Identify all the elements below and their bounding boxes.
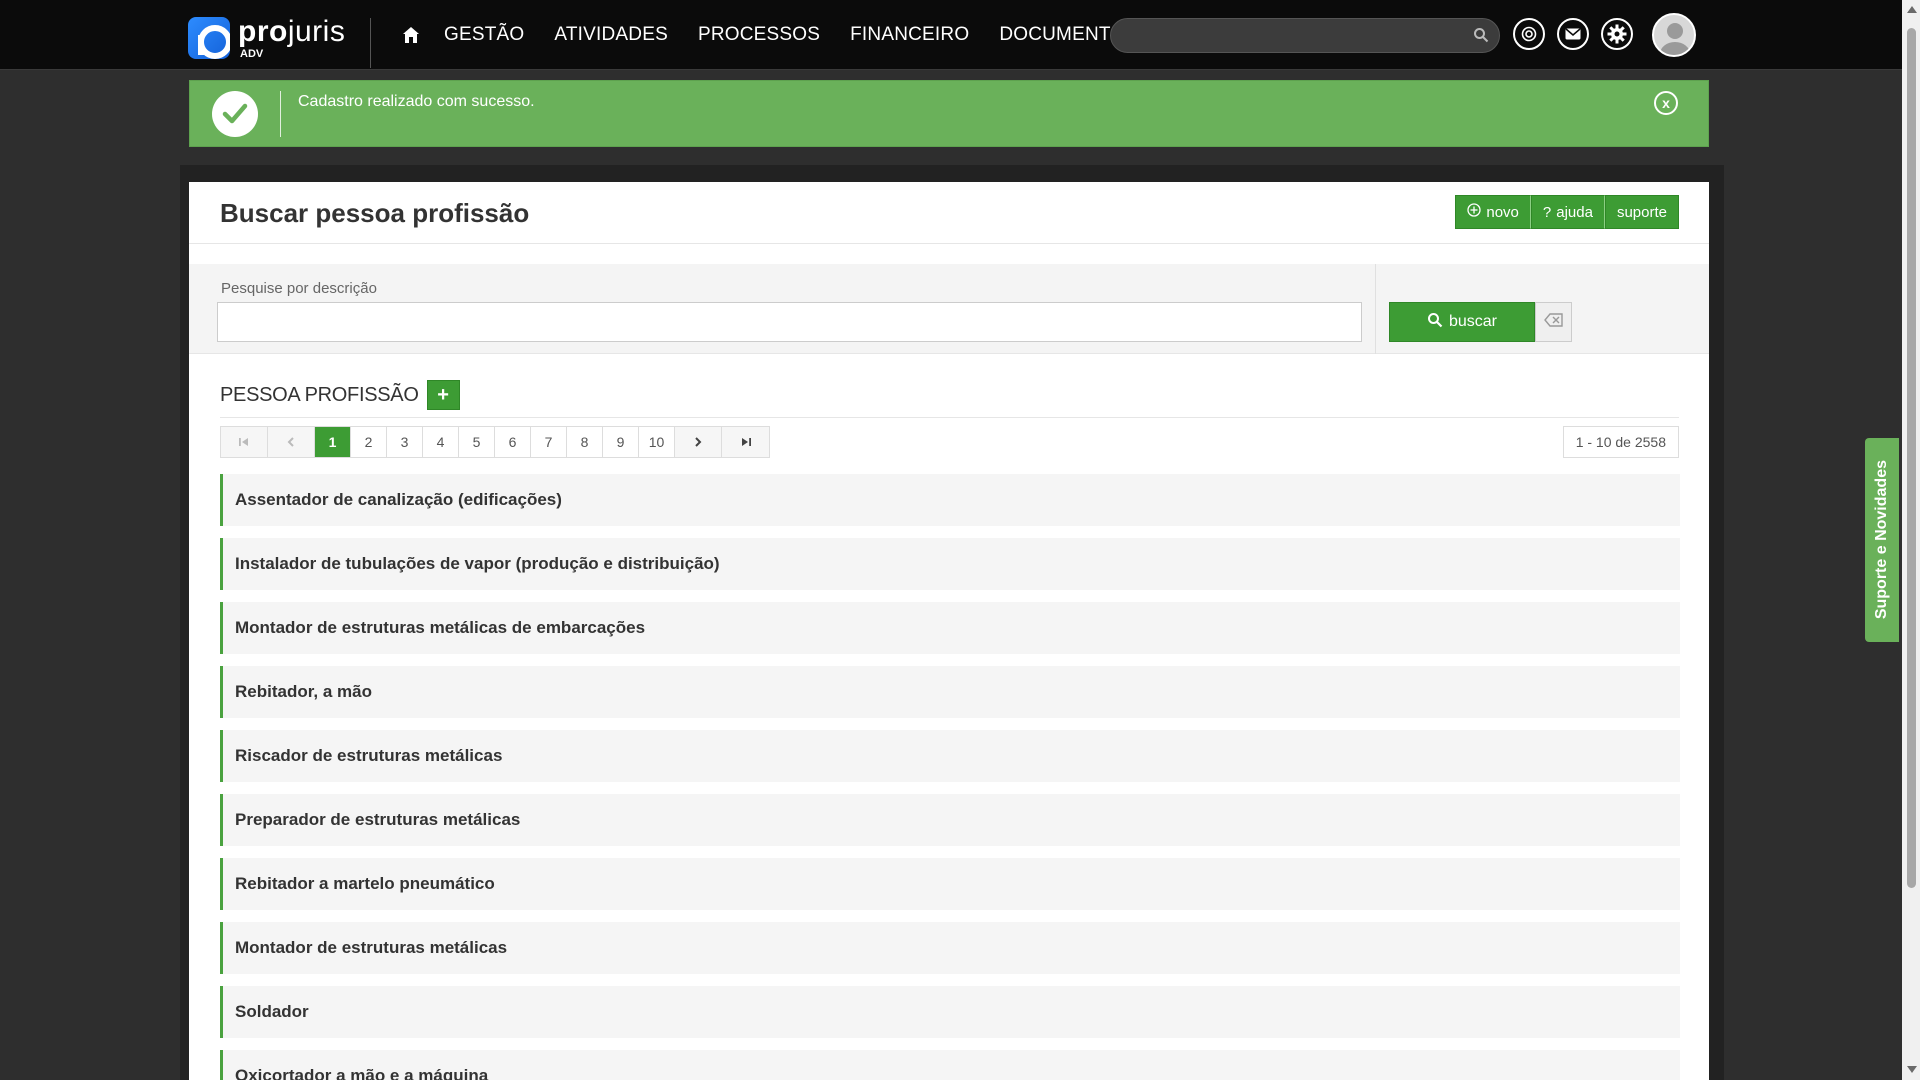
help-button[interactable]: ? ajuda — [1530, 195, 1605, 229]
nav-item-atividades[interactable]: ATIVIDADES — [554, 24, 668, 46]
scroll-thumb[interactable] — [1907, 28, 1916, 888]
support-button-label: suporte — [1616, 203, 1667, 221]
description-search-input[interactable] — [217, 302, 1362, 342]
next-page-icon[interactable] — [675, 427, 722, 457]
projuris-logo[interactable]: projuris ADV — [188, 16, 345, 60]
nav-item-gestao[interactable]: GESTÃO — [444, 24, 524, 46]
new-button[interactable]: novo — [1455, 195, 1531, 229]
page-1[interactable]: 1 — [315, 427, 351, 457]
mail-icon[interactable] — [1557, 18, 1589, 50]
backspace-icon — [1543, 312, 1564, 332]
add-profession-button[interactable]: + — [426, 380, 460, 410]
page-6[interactable]: 6 — [495, 427, 531, 457]
list-item[interactable]: Instalador de tubulações de vapor (produ… — [220, 538, 1680, 590]
logo-divider — [370, 18, 371, 68]
previous-page-icon[interactable] — [268, 427, 315, 457]
main-nav: GESTÃO ATIVIDADES PROCESSOS FINANCEIRO D… — [398, 0, 1168, 70]
clear-filter-button[interactable] — [1535, 302, 1572, 342]
check-icon — [212, 91, 258, 137]
close-icon[interactable]: x — [1654, 91, 1678, 115]
filter-divider — [1375, 264, 1376, 354]
scroll-up-arrow-icon[interactable] — [1907, 6, 1917, 13]
search-icon — [1427, 312, 1443, 333]
first-page-icon[interactable] — [221, 427, 268, 457]
nav-item-financeiro[interactable]: FINANCEIRO — [850, 24, 969, 46]
user-avatar[interactable] — [1652, 13, 1696, 57]
page-5[interactable]: 5 — [459, 427, 495, 457]
projuris-logo-icon — [188, 17, 230, 59]
last-page-icon[interactable] — [722, 427, 769, 457]
list-item[interactable]: Rebitador, a mão — [220, 666, 1680, 718]
success-alert: Cadastro realizado com sucesso. x — [189, 80, 1709, 147]
page-9[interactable]: 9 — [603, 427, 639, 457]
page-3[interactable]: 3 — [387, 427, 423, 457]
question-icon: ? — [1542, 203, 1552, 221]
search-button[interactable]: buscar — [1389, 302, 1535, 342]
section-header: PESSOA PROFISSÃO + — [220, 380, 460, 410]
alert-message: Cadastro realizado com sucesso. — [298, 93, 535, 110]
list-item[interactable]: Soldador — [220, 986, 1680, 1038]
page-title: Buscar pessoa profissão — [220, 198, 530, 228]
filter-label: Pesquise por descrição — [221, 280, 377, 297]
profession-list: Assentador de canalização (edificações) … — [220, 474, 1680, 1080]
filter-area: Pesquise por descrição buscar — [189, 264, 1709, 354]
list-item[interactable]: Rebitador a martelo pneumático — [220, 858, 1680, 910]
help-button-label: ajuda — [1556, 203, 1593, 221]
support-news-tab-label: Suporte e Novidades — [1873, 460, 1890, 620]
new-button-label: novo — [1486, 203, 1519, 221]
search-icon[interactable] — [1473, 27, 1489, 48]
support-button[interactable]: suporte — [1604, 195, 1679, 229]
panel-header: Buscar pessoa profissão novo ? ajuda sup… — [189, 182, 1709, 244]
logo-subtitle: ADV — [240, 47, 264, 60]
page-2[interactable]: 2 — [351, 427, 387, 457]
section-divider — [220, 417, 1679, 418]
search-button-label: buscar — [1448, 313, 1498, 330]
pagination: 1 2 3 4 5 6 7 8 9 10 — [220, 426, 770, 458]
plus-circle-icon — [1467, 203, 1482, 221]
global-search — [1110, 18, 1500, 53]
global-search-input[interactable] — [1111, 19, 1499, 52]
list-item[interactable]: Riscador de estruturas metálicas — [220, 730, 1680, 782]
section-title: PESSOA PROFISSÃO — [220, 383, 419, 406]
page-7[interactable]: 7 — [531, 427, 567, 457]
main-panel: Buscar pessoa profissão novo ? ajuda sup… — [189, 182, 1709, 1080]
openai-icon[interactable] — [1513, 18, 1545, 50]
scroll-down-arrow-icon[interactable] — [1907, 1066, 1917, 1073]
list-item[interactable]: Preparador de estruturas metálicas — [220, 794, 1680, 846]
list-item[interactable]: Oxicortador a mão e a máquina — [220, 1050, 1680, 1080]
logo-name: projuris — [238, 14, 346, 48]
list-item[interactable]: Assentador de canalização (edificações) — [220, 474, 1680, 526]
support-news-tab[interactable]: Suporte e Novidades — [1865, 438, 1899, 642]
result-count: 1 - 10 de 2558 — [1562, 426, 1679, 458]
list-item[interactable]: Montador de estruturas metálicas de emba… — [220, 602, 1680, 654]
page-4[interactable]: 4 — [423, 427, 459, 457]
home-icon[interactable] — [398, 22, 424, 48]
top-navbar: projuris ADV GESTÃO ATIVIDADES PROCESSOS… — [0, 0, 1920, 70]
alert-separator — [280, 91, 281, 137]
gear-icon[interactable] — [1601, 18, 1633, 50]
nav-item-processos[interactable]: PROCESSOS — [698, 24, 820, 46]
header-button-group: novo ? ajuda suporte — [1455, 195, 1679, 229]
page-10[interactable]: 10 — [639, 427, 675, 457]
page-scrollbar[interactable] — [1902, 0, 1920, 1080]
list-item[interactable]: Montador de estruturas metálicas — [220, 922, 1680, 974]
page-8[interactable]: 8 — [567, 427, 603, 457]
